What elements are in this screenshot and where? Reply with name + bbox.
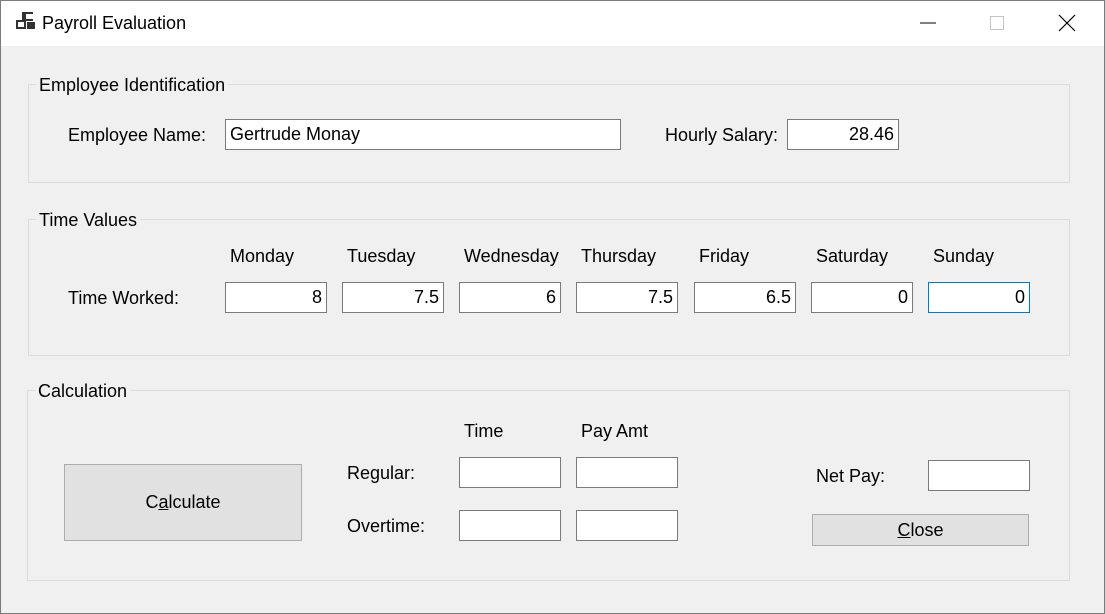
window-title: Payroll Evaluation — [42, 13, 187, 33]
maximize-icon — [990, 16, 1004, 30]
monday-input[interactable]: 8 — [225, 282, 327, 313]
friday-input[interactable]: 6.5 — [694, 282, 796, 313]
regular-time-field[interactable] — [459, 457, 561, 488]
time-header: Time — [464, 421, 504, 441]
saturday-label: Saturday — [816, 246, 889, 266]
app-window: Payroll Evaluation Employee Identificati… — [0, 0, 1105, 614]
friday-label: Friday — [699, 246, 750, 266]
calculate-button-label: Calculate — [145, 492, 221, 512]
hourly-salary-label: Hourly Salary: — [665, 125, 779, 145]
title-bar[interactable]: Payroll Evaluation — [1, 1, 1104, 46]
tuesday-label: Tuesday — [347, 246, 416, 266]
thursday-label: Thursday — [581, 246, 657, 266]
sunday-label: Sunday — [933, 246, 995, 266]
minimize-icon — [920, 22, 936, 24]
regular-label: Regular: — [347, 463, 416, 483]
employee-identification-label: Employee Identification — [36, 75, 229, 96]
regular-pay-field[interactable] — [576, 457, 678, 488]
tuesday-input[interactable]: 7.5 — [342, 282, 444, 313]
overtime-label: Overtime: — [347, 516, 426, 536]
thursday-input[interactable]: 7.5 — [576, 282, 678, 313]
overtime-pay-field[interactable] — [576, 510, 678, 541]
employee-name-input[interactable]: Gertrude Monay — [225, 119, 621, 150]
time-worked-label: Time Worked: — [68, 288, 180, 308]
overtime-time-field[interactable] — [459, 510, 561, 541]
saturday-input[interactable]: 0 — [811, 282, 913, 313]
pay-amount-header: Pay Amt — [581, 421, 649, 441]
employee-name-label: Employee Name: — [68, 125, 207, 145]
sunday-input[interactable]: 0 — [928, 282, 1030, 313]
app-icon — [16, 12, 35, 29]
monday-label: Monday — [230, 246, 295, 266]
calculate-button[interactable]: Calculate — [64, 464, 302, 541]
close-button-label: Close — [897, 519, 944, 540]
close-window-button[interactable] — [1035, 1, 1103, 46]
minimize-button[interactable] — [896, 1, 964, 46]
net-pay-field[interactable] — [928, 460, 1030, 491]
hourly-salary-input[interactable]: 28.46 — [787, 119, 899, 150]
net-pay-label: Net Pay: — [816, 466, 886, 486]
close-icon — [1058, 14, 1076, 32]
maximize-button[interactable] — [965, 1, 1033, 46]
close-button[interactable]: Close — [812, 514, 1029, 546]
wednesday-input[interactable]: 6 — [459, 282, 561, 313]
time-values-label: Time Values — [36, 210, 141, 231]
calculation-label: Calculation — [35, 381, 131, 402]
wednesday-label: Wednesday — [464, 246, 559, 266]
